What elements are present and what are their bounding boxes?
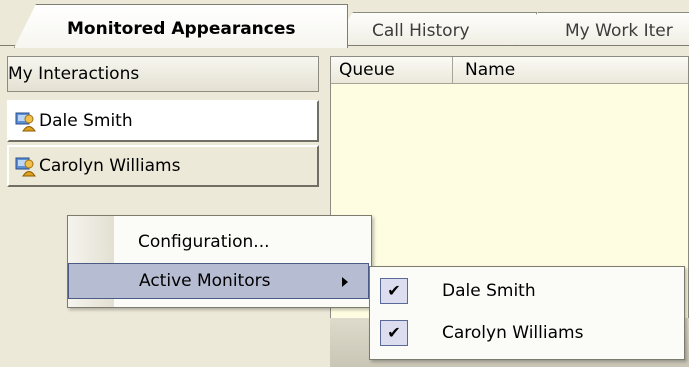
interaction-name: Carolyn Williams bbox=[39, 156, 181, 176]
menu-item-active-monitors[interactable]: Active Monitors bbox=[68, 263, 369, 299]
submenu-item-label: Carolyn Williams bbox=[442, 323, 584, 343]
checkmark-icon: ✔ bbox=[380, 278, 408, 304]
tab-my-work-items[interactable]: My Work Iter bbox=[516, 12, 689, 46]
menu-item-configuration[interactable]: Configuration... bbox=[68, 224, 369, 260]
column-header-queue[interactable]: Queue bbox=[331, 57, 453, 83]
tab-strip: Monitored Appearances Call History My Wo… bbox=[0, 0, 689, 48]
grid-header: Queue Name bbox=[331, 57, 688, 84]
panel-header-label: My Interactions bbox=[8, 64, 140, 84]
menu-item-label: Configuration... bbox=[138, 232, 270, 252]
user-monitor-icon bbox=[15, 157, 36, 177]
interactions-panel: My Interactions Dale Smith Carolyn Willi… bbox=[7, 56, 323, 367]
checkmark-icon: ✔ bbox=[380, 320, 408, 346]
interaction-item[interactable]: Carolyn Williams bbox=[7, 145, 319, 187]
tab-label: Call History bbox=[372, 21, 470, 41]
tab-label: Monitored Appearances bbox=[67, 19, 296, 39]
interaction-item[interactable]: Dale Smith bbox=[7, 100, 319, 142]
tab-monitored-appearances[interactable]: Monitored Appearances bbox=[14, 4, 348, 48]
submenu-item-label: Dale Smith bbox=[442, 281, 536, 301]
user-monitor-icon bbox=[15, 112, 36, 132]
active-monitors-submenu: ✔ Dale Smith ✔ Carolyn Williams bbox=[369, 266, 685, 360]
tab-label: My Work Iter bbox=[565, 21, 673, 41]
menu-item-label: Active Monitors bbox=[139, 271, 271, 291]
context-menu: Configuration... Active Monitors bbox=[67, 215, 372, 308]
tab-call-history[interactable]: Call History bbox=[331, 12, 537, 46]
panel-header: My Interactions bbox=[7, 56, 319, 92]
submenu-item-carolyn-williams[interactable]: ✔ Carolyn Williams bbox=[370, 312, 682, 354]
submenu-item-dale-smith[interactable]: ✔ Dale Smith bbox=[370, 270, 682, 312]
column-header-name[interactable]: Name bbox=[453, 57, 688, 83]
interaction-name: Dale Smith bbox=[39, 111, 133, 131]
submenu-arrow-icon bbox=[342, 277, 348, 287]
